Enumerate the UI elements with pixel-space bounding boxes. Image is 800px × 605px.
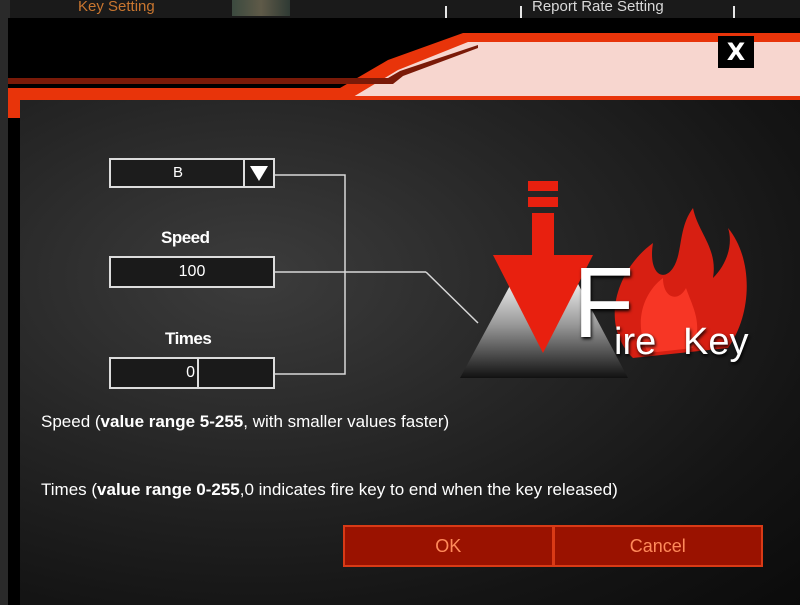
times-description: Times (value range 0-255,0 indicates fir… (41, 480, 618, 500)
times-desc-suffix: ,0 indicates fire key to end when the ke… (239, 480, 618, 499)
key-dropdown-value: B (172, 164, 183, 181)
fire-key-dialog: X B Speed 100 Times 0 F ire Key Speed (v… (8, 18, 800, 605)
triangle-down-icon[interactable] (243, 160, 273, 186)
dialog-buttons: OK Cancel (343, 525, 763, 567)
times-label: Times (165, 329, 212, 348)
background-tab-key-setting: Key Setting (78, 0, 155, 14)
times-input-value: 0 (111, 359, 199, 387)
ok-button[interactable]: OK (343, 525, 554, 567)
background-thumbnail (232, 0, 290, 16)
speed-input[interactable]: 100 (109, 256, 275, 288)
logo-text-key: Key (683, 321, 749, 363)
cancel-button[interactable]: Cancel (553, 525, 763, 567)
speed-desc-prefix: Speed ( (41, 412, 101, 431)
speed-description: Speed (value range 5-255, with smaller v… (41, 412, 449, 432)
times-desc-range: value range 0-255 (97, 480, 240, 499)
speed-label: Speed (161, 228, 210, 247)
times-desc-prefix: Times ( (41, 480, 98, 499)
logo-text-ire: ire (614, 321, 657, 363)
key-dropdown[interactable]: B (109, 158, 275, 188)
background-tab-report-rate: Report Rate Setting (532, 0, 664, 14)
times-input[interactable]: 0 (109, 357, 275, 389)
speed-desc-suffix: , with smaller values faster) (243, 412, 450, 431)
speed-desc-range: value range 5-255 (100, 412, 244, 431)
